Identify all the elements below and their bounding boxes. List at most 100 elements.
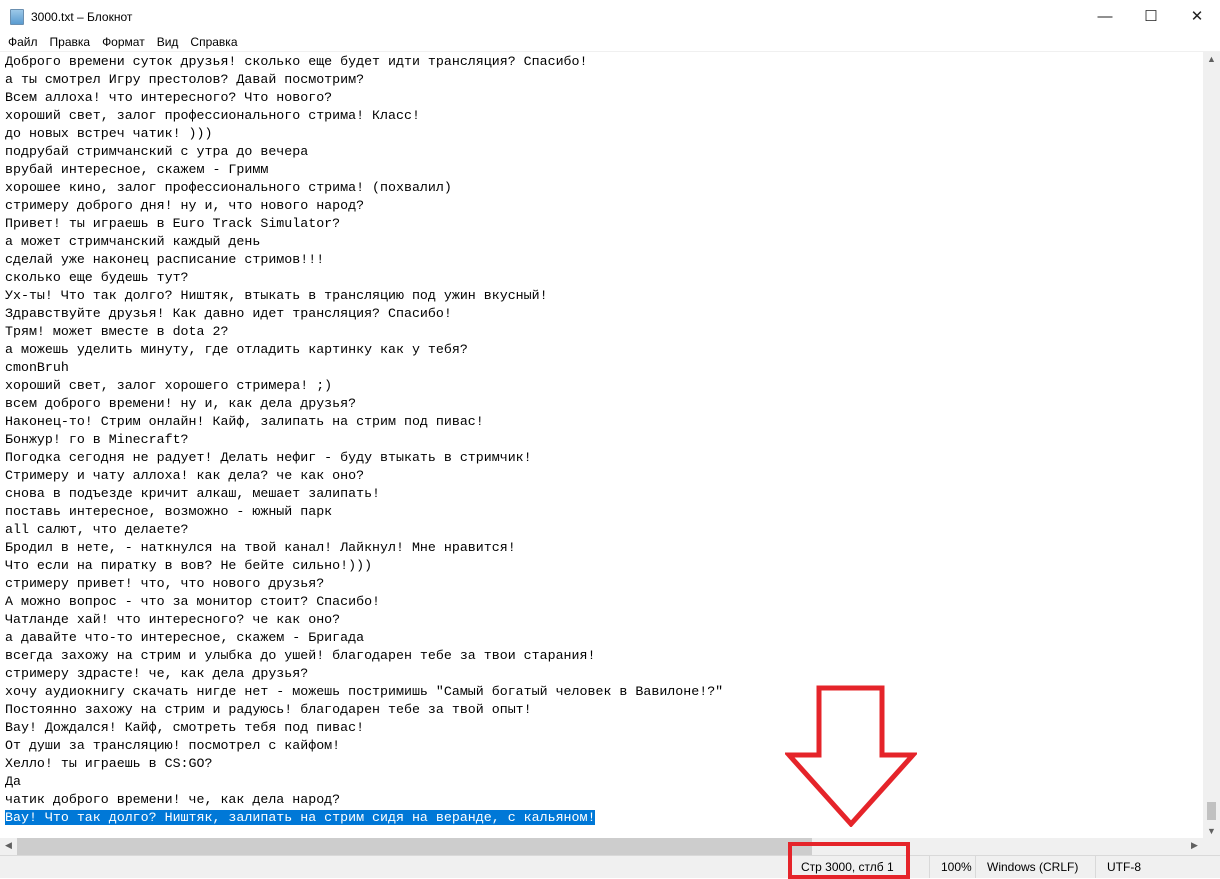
line-text: стримеру привет! что, что нового друзья? <box>5 576 325 591</box>
text-line[interactable]: Стримеру и чату аллоха! как дела? че как… <box>5 467 1203 485</box>
text-line[interactable]: а давайте что-то интересное, скажем - Бр… <box>5 629 1203 647</box>
line-text: Вау! Дождался! Кайф, смотреть тебя под п… <box>5 720 365 735</box>
text-line[interactable]: хочу аудиокнигу скачать нигде нет - може… <box>5 683 1203 701</box>
scroll-up-icon[interactable]: ▲ <box>1203 54 1220 64</box>
line-text: От души за трансляцию! посмотрел с кайфо… <box>5 738 341 753</box>
line-text: Ух-ты! Что так долго? Ништяк, втыкать в … <box>5 288 548 303</box>
line-text: всем доброго времени! ну и, как дела дру… <box>5 396 357 411</box>
text-line[interactable]: cmonBruh <box>5 359 1203 377</box>
text-line[interactable]: От души за трансляцию! посмотрел с кайфо… <box>5 737 1203 755</box>
line-text: снова в подъезде кричит алкаш, мешает за… <box>5 486 381 501</box>
text-line[interactable]: Бонжур! го в Minecraft? <box>5 431 1203 449</box>
text-line[interactable]: Чатланде хай! что интересного? че как он… <box>5 611 1203 629</box>
scroll-right-icon[interactable]: ▶ <box>1186 840 1203 851</box>
text-line[interactable]: Доброго времени суток друзья! сколько ещ… <box>5 53 1203 71</box>
text-line[interactable]: до новых встреч чатик! ))) <box>5 125 1203 143</box>
menu-edit[interactable]: Правка <box>44 33 97 51</box>
text-line[interactable]: Погодка сегодня не радует! Делать нефиг … <box>5 449 1203 467</box>
line-text: Доброго времени суток друзья! сколько ещ… <box>5 54 588 69</box>
text-line[interactable]: всегда захожу на стрим и улыбка до ушей!… <box>5 647 1203 665</box>
horizontal-scroll-thumb[interactable] <box>17 838 812 855</box>
text-editor[interactable]: Доброго времени суток друзья! сколько ещ… <box>0 52 1203 838</box>
line-text: Что если на пиратку в вов? Не бейте силь… <box>5 558 373 573</box>
text-line[interactable]: хороший свет, залог профессионального ст… <box>5 107 1203 125</box>
line-text: Погодка сегодня не радует! Делать нефиг … <box>5 450 532 465</box>
text-line[interactable]: Всем аллоха! что интересного? Что нового… <box>5 89 1203 107</box>
line-text: поставь интересное, возможно - южный пар… <box>5 504 333 519</box>
line-text: Привет! ты играешь в Euro Track Simulato… <box>5 216 341 231</box>
text-line[interactable]: стримеру доброго дня! ну и, что нового н… <box>5 197 1203 215</box>
text-line[interactable]: сделай уже наконец расписание стримов!!! <box>5 251 1203 269</box>
window-title: 3000.txt – Блокнот <box>31 9 133 24</box>
text-line[interactable]: all салют, что делаете? <box>5 521 1203 539</box>
line-text: всегда захожу на стрим и улыбка до ушей!… <box>5 648 596 663</box>
close-button[interactable]: ✕ <box>1174 0 1220 32</box>
maximize-button[interactable]: ☐ <box>1128 0 1174 32</box>
line-text: сделай уже наконец расписание стримов!!! <box>5 252 325 267</box>
horizontal-scrollbar[interactable]: ◀ ▶ <box>0 838 1203 855</box>
line-text: Здравствуйте друзья! Как давно идет тран… <box>5 306 452 321</box>
text-line[interactable]: хороший свет, залог хорошего стримера! ;… <box>5 377 1203 395</box>
line-text: а ты смотрел Игру престолов? Давай посмо… <box>5 72 365 87</box>
line-text: хороший свет, залог профессионального ст… <box>5 108 420 123</box>
scroll-down-icon[interactable]: ▼ <box>1203 826 1220 836</box>
line-text: а может стримчанский каждый день <box>5 234 261 249</box>
notepad-icon <box>10 8 24 25</box>
line-text: сколько еще будешь тут? <box>5 270 189 285</box>
text-line[interactable]: Бродил в нете, - наткнулся на твой канал… <box>5 539 1203 557</box>
text-line[interactable]: а может стримчанский каждый день <box>5 233 1203 251</box>
text-line[interactable]: сколько еще будешь тут? <box>5 269 1203 287</box>
text-line[interactable]: Ух-ты! Что так долго? Ништяк, втыкать в … <box>5 287 1203 305</box>
highlight-box <box>788 842 910 879</box>
menu-format[interactable]: Формат <box>96 33 151 51</box>
vertical-scrollbar[interactable]: ▲ ▼ <box>1203 52 1220 838</box>
text-line[interactable]: Что если на пиратку в вов? Не бейте силь… <box>5 557 1203 575</box>
text-line[interactable]: А можно вопрос - что за монитор стоит? С… <box>5 593 1203 611</box>
text-line[interactable]: хорошее кино, залог профессионального ст… <box>5 179 1203 197</box>
line-text: Всем аллоха! что интересного? Что нового… <box>5 90 333 105</box>
selected-text-line[interactable]: Вау! Что так долго? Ништяк, залипать на … <box>5 809 1203 827</box>
text-line[interactable]: поставь интересное, возможно - южный пар… <box>5 503 1203 521</box>
line-text: Вау! Что так долго? Ништяк, залипать на … <box>5 810 596 825</box>
line-text: чатик доброго времени! че, как дела наро… <box>5 792 341 807</box>
line-text: а можешь уделить минуту, где отладить ка… <box>5 342 468 357</box>
line-text: подрубай стримчанский с утра до вечера <box>5 144 309 159</box>
text-line[interactable]: а ты смотрел Игру престолов? Давай посмо… <box>5 71 1203 89</box>
line-text: хорошее кино, залог профессионального ст… <box>5 180 452 195</box>
line-text: Да <box>5 774 21 789</box>
text-line[interactable]: Вау! Дождался! Кайф, смотреть тебя под п… <box>5 719 1203 737</box>
line-text: до новых встреч чатик! ))) <box>5 126 213 141</box>
text-line[interactable]: Постоянно захожу на стрим и радуюсь! бла… <box>5 701 1203 719</box>
menu-help[interactable]: Справка <box>184 33 243 51</box>
text-line[interactable]: чатик доброго времени! че, как дела наро… <box>5 791 1203 809</box>
zoom-level: 100% <box>929 856 975 878</box>
line-text: Бонжур! го в Minecraft? <box>5 432 189 447</box>
text-line[interactable]: Привет! ты играешь в Euro Track Simulato… <box>5 215 1203 233</box>
text-line[interactable]: врубай интересное, скажем - Гримм <box>5 161 1203 179</box>
scroll-left-icon[interactable]: ◀ <box>0 840 17 851</box>
text-line[interactable]: Здравствуйте друзья! Как давно идет тран… <box>5 305 1203 323</box>
text-line[interactable]: подрубай стримчанский с утра до вечера <box>5 143 1203 161</box>
line-text: врубай интересное, скажем - Гримм <box>5 162 269 177</box>
text-line[interactable]: Наконец-то! Стрим онлайн! Кайф, залипать… <box>5 413 1203 431</box>
line-text: Трям! может вместе в dota 2? <box>5 324 229 339</box>
text-line[interactable]: Трям! может вместе в dota 2? <box>5 323 1203 341</box>
line-text: Бродил в нете, - наткнулся на твой канал… <box>5 540 516 555</box>
line-text: стримеру здрасте! че, как дела друзья? <box>5 666 309 681</box>
text-line[interactable]: Да <box>5 773 1203 791</box>
text-line[interactable]: снова в подъезде кричит алкаш, мешает за… <box>5 485 1203 503</box>
vertical-scroll-thumb[interactable] <box>1207 802 1216 820</box>
title-bar: 3000.txt – Блокнот — ☐ ✕ <box>0 0 1220 33</box>
text-line[interactable]: стримеру здрасте! че, как дела друзья? <box>5 665 1203 683</box>
line-text: all салют, что делаете? <box>5 522 189 537</box>
text-line[interactable]: Хелло! ты играешь в CS:GO? <box>5 755 1203 773</box>
line-text: Чатланде хай! что интересного? че как он… <box>5 612 341 627</box>
text-line[interactable]: а можешь уделить минуту, где отладить ка… <box>5 341 1203 359</box>
minimize-button[interactable]: — <box>1082 0 1128 32</box>
line-text: хочу аудиокнигу скачать нигде нет - може… <box>5 684 724 699</box>
menu-file[interactable]: Файл <box>0 33 44 51</box>
line-text: Постоянно захожу на стрим и радуюсь! бла… <box>5 702 532 717</box>
text-line[interactable]: стримеру привет! что, что нового друзья? <box>5 575 1203 593</box>
text-line[interactable]: всем доброго времени! ну и, как дела дру… <box>5 395 1203 413</box>
menu-view[interactable]: Вид <box>151 33 185 51</box>
